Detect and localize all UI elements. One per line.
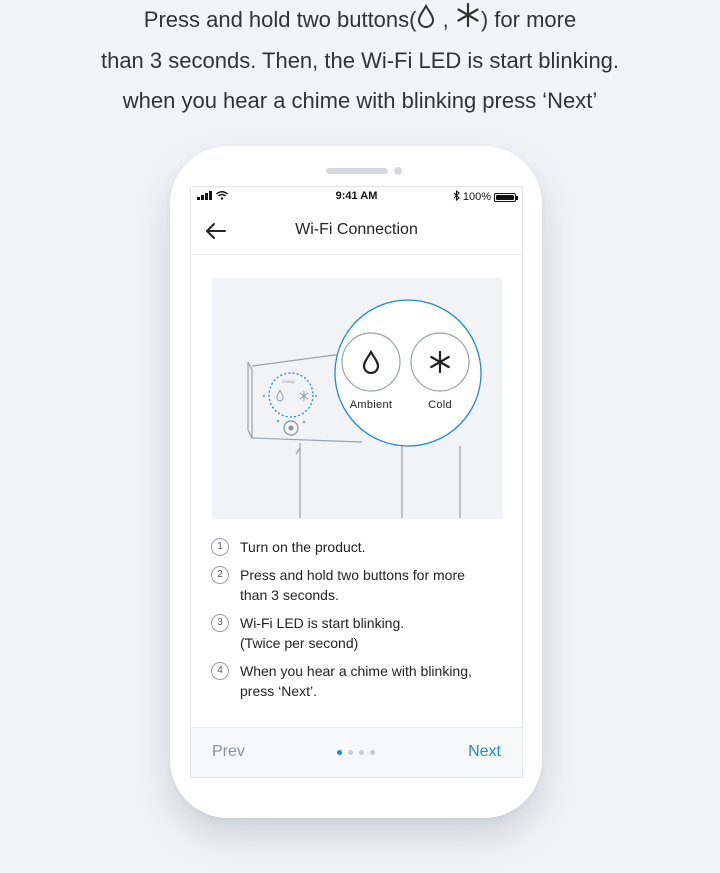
step-text: Turn on the product.	[240, 539, 366, 555]
caption-line-2: than 3 seconds. Then, the Wi-Fi LED is s…	[100, 48, 620, 74]
step-number: 2	[211, 566, 229, 584]
snowflake-asterisk-icon	[455, 1, 481, 41]
step-number: 4	[211, 662, 229, 680]
status-bar: 9:41 AM 100%	[191, 187, 522, 207]
caption-line-3: when you hear a chime with blinking pres…	[122, 88, 598, 114]
product-illustration: coway Ambient Cold	[212, 278, 502, 519]
step-item: 2 Press and hold two buttons for more tha…	[211, 565, 511, 605]
cold-label: Cold	[428, 399, 452, 411]
battery-icon	[494, 192, 518, 202]
step-item: 3 Wi-Fi LED is start blinking. (Twice per…	[211, 613, 511, 653]
phone-frame: 9:41 AM 100% Wi-Fi Connection coway Ambi…	[170, 146, 542, 818]
battery-percent: 100%	[462, 191, 491, 203]
step-text: When you hear a chime with blinking, pres…	[240, 663, 472, 699]
phone-camera	[394, 167, 402, 175]
instruction-caption: Press and hold two buttons( , ) for more…	[0, 0, 720, 121]
water-drop-icon	[416, 1, 436, 41]
snowflake-asterisk-icon	[428, 350, 452, 379]
page-dot	[370, 750, 375, 755]
step-text: Press and hold two buttons for more than …	[240, 567, 465, 603]
steps-list: 1 Turn on the product. 2 Press and hold …	[211, 537, 511, 709]
water-drop-icon	[361, 349, 381, 379]
bluetooth-icon	[453, 189, 460, 204]
caption-line-1: Press and hold two buttons( , ) for more	[0, 0, 720, 41]
step-number: 1	[211, 538, 229, 556]
page-title: Wi-Fi Connection	[295, 221, 418, 238]
phone-speaker	[326, 168, 388, 174]
app-screen: 9:41 AM 100% Wi-Fi Connection coway Ambi…	[190, 186, 523, 778]
page-indicator	[337, 750, 375, 755]
step-item: 4 When you hear a chime with blinking, pr…	[211, 661, 511, 701]
step-text: Wi-Fi LED is start blinking. (Twice per s…	[240, 615, 405, 651]
pager-footer: Prev Next	[191, 727, 522, 777]
ambient-label: Ambient	[349, 399, 393, 411]
step-item: 1 Turn on the product.	[211, 537, 511, 557]
battery-fill	[496, 194, 514, 200]
app-header: Wi-Fi Connection	[191, 207, 522, 255]
page-dot-active	[337, 750, 342, 755]
page-dot	[359, 750, 364, 755]
step-number: 3	[211, 614, 229, 632]
prev-button[interactable]: Prev	[212, 743, 245, 761]
status-battery-group: 100%	[453, 189, 518, 204]
next-button[interactable]: Next	[468, 743, 501, 761]
page-dot	[348, 750, 353, 755]
